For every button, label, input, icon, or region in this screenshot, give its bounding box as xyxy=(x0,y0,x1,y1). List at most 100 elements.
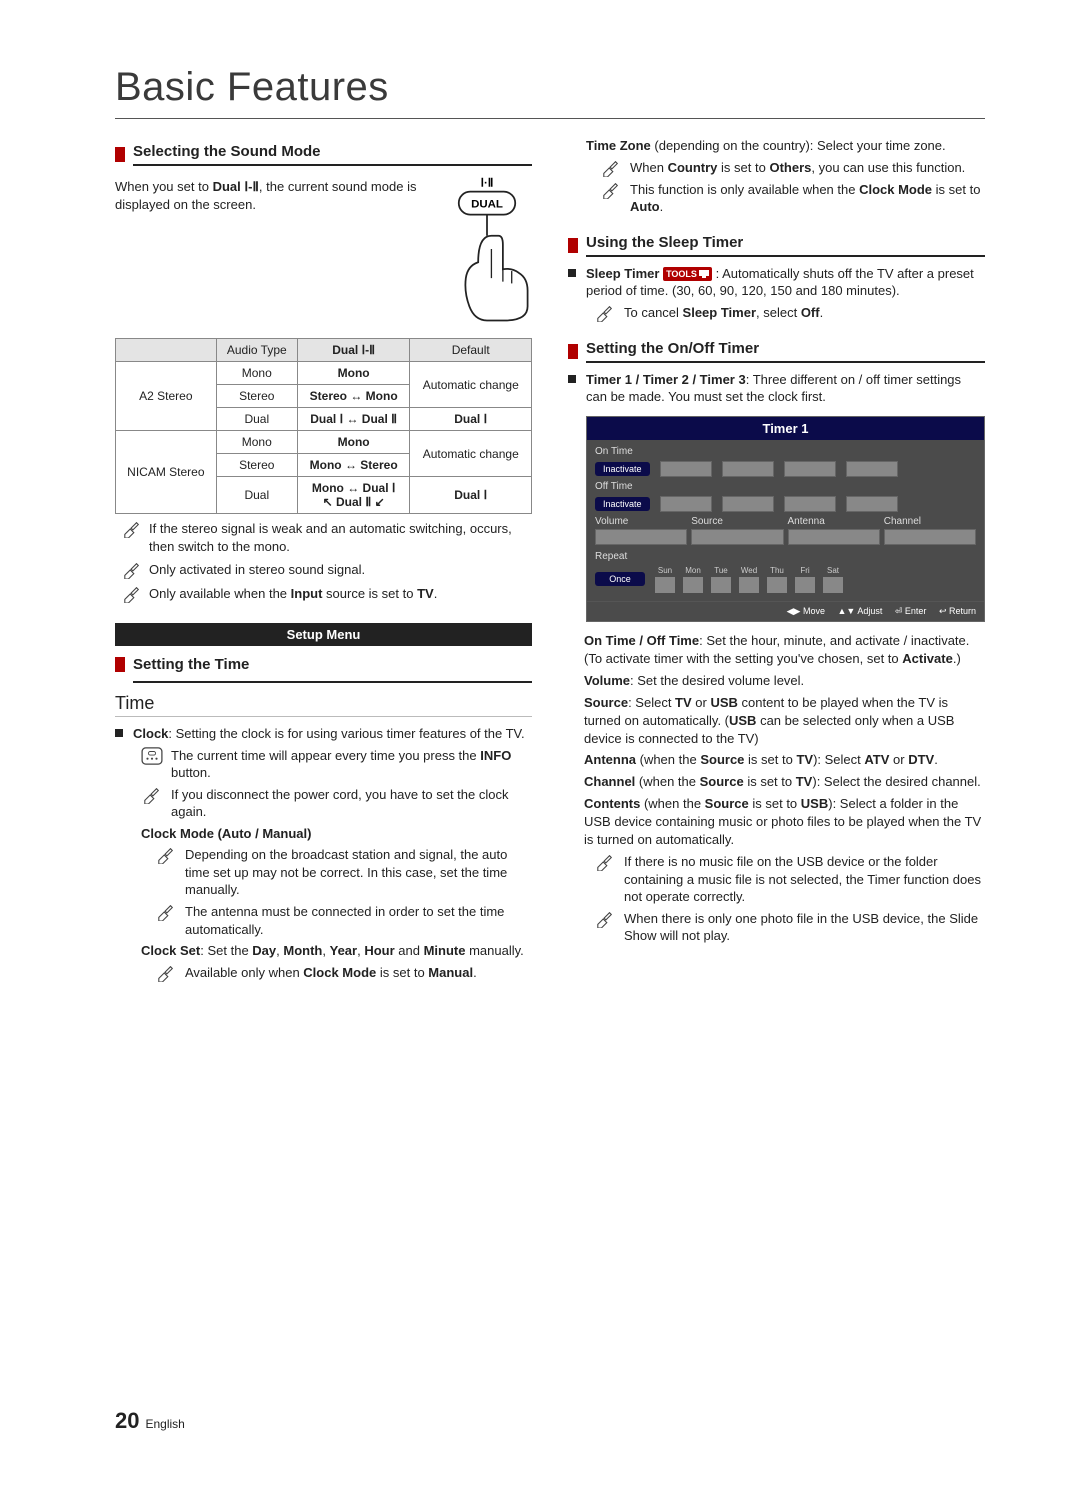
text: When there is only one photo file in the… xyxy=(624,910,985,945)
clock-mode-heading: Clock Mode (Auto / Manual) xyxy=(141,825,532,843)
text: button. xyxy=(171,765,211,780)
text: . xyxy=(434,586,438,601)
bullet-timer123: Timer 1 / Timer 2 / Timer 3: Three diffe… xyxy=(568,371,985,406)
text: Sun xyxy=(658,566,672,575)
text: manually. xyxy=(465,943,523,958)
osd-ontime-label: On Time xyxy=(595,446,976,457)
text-bold: Source xyxy=(584,695,628,710)
cell-nicam-stereo: NICAM Stereo xyxy=(116,431,217,514)
note-country-others: When Country is set to Others, you can u… xyxy=(600,159,985,177)
text-bold: TV xyxy=(675,695,692,710)
heading-onoff-timer: Setting the On/Off Timer xyxy=(586,340,985,363)
osd-field xyxy=(846,496,898,512)
dual-label-icon: Ⅰ·Ⅱ xyxy=(481,177,494,189)
para-source: Source: Select TV or USB content to be p… xyxy=(568,694,985,748)
writing-hand-icon xyxy=(594,853,616,871)
text: (when the xyxy=(640,796,704,811)
text-bold: On Time / Off Time xyxy=(584,633,699,648)
note-text: Only available when the Input source is … xyxy=(149,585,532,603)
osd-day-fri: Fri xyxy=(795,566,815,593)
osd-channel-label: Channel xyxy=(884,516,976,527)
remote-dual-button-illustration: Ⅰ·Ⅱ DUAL xyxy=(442,174,532,324)
table-row: NICAM Stereo Mono Mono Automatic change xyxy=(116,431,532,454)
red-bar-icon xyxy=(115,147,125,162)
osd-antenna-label: Antenna xyxy=(788,516,880,527)
cell-bold: Mono xyxy=(338,366,370,380)
text: : Select xyxy=(628,695,675,710)
note-info-button: The current time will appear every time … xyxy=(141,747,532,782)
osd-field xyxy=(722,496,774,512)
text-bold: USB xyxy=(801,796,828,811)
cell: Automatic change xyxy=(410,431,532,477)
osd-repeat-label: Repeat xyxy=(595,551,976,562)
section-onoff-timer: Setting the On/Off Timer xyxy=(568,340,985,363)
text-bold: DTV xyxy=(908,752,934,767)
heading-selecting-sound-mode: Selecting the Sound Mode xyxy=(133,143,532,166)
text-bold: Minute xyxy=(424,943,466,958)
text-bold: Hour xyxy=(364,943,394,958)
text-bold: Clock Mode xyxy=(859,182,932,197)
text: is set to xyxy=(376,965,428,980)
osd-title: Timer 1 xyxy=(587,417,984,440)
section-setting-time: Setting the Time xyxy=(115,656,532,673)
text: : Setting the clock is for using various… xyxy=(168,726,524,741)
text: (when the xyxy=(636,752,700,767)
text-bold: Dual Ⅰ-Ⅱ xyxy=(213,179,259,194)
time-zone-line: Time Zone (depending on the country): Se… xyxy=(586,137,985,155)
column-right: Time Zone (depending on the country): Se… xyxy=(568,133,985,986)
osd-field xyxy=(784,496,836,512)
text: The current time will appear every time … xyxy=(171,748,480,763)
writing-hand-icon xyxy=(600,181,622,199)
dual-button-label: DUAL xyxy=(471,199,503,211)
heading-sleep-timer: Using the Sleep Timer xyxy=(586,234,985,257)
text-bold: Source xyxy=(700,752,744,767)
cell-bold: Mono ↔ Dual Ⅰ xyxy=(312,481,396,495)
osd-ontime-value: Inactivate xyxy=(595,462,650,476)
text-bold: Day xyxy=(252,943,276,958)
text: is set to xyxy=(744,774,796,789)
column-left: Selecting the Sound Mode When you set to… xyxy=(115,133,532,986)
tools-label: TOOLS xyxy=(666,268,697,280)
osd-return-hint: ↩ Return xyxy=(939,606,976,616)
text-bold: TV xyxy=(417,586,434,601)
cell-bold: Mono xyxy=(338,435,370,449)
osd-enter-hint: ⏎ Enter xyxy=(895,606,927,616)
osd-repeat-value: Once xyxy=(595,572,645,586)
page-title: Basic Features xyxy=(115,65,985,119)
th-default: Default xyxy=(410,339,532,362)
th-audio-type: Audio Type xyxy=(216,339,297,362)
text-bold: INFO xyxy=(480,748,511,763)
cell: Automatic change xyxy=(410,362,532,408)
cell-bold: Stereo ↔ Mono xyxy=(310,389,398,403)
cell: Mono xyxy=(216,362,297,385)
time-heading: Time xyxy=(115,693,532,717)
osd-field xyxy=(660,496,712,512)
osd-offtime-label: Off Time xyxy=(595,481,976,492)
cell: Dual xyxy=(216,477,297,514)
text-bold: Country xyxy=(668,160,718,175)
divider xyxy=(133,681,532,683)
writing-hand-icon xyxy=(600,159,622,177)
text-bold: Off xyxy=(801,305,820,320)
writing-hand-icon xyxy=(155,846,177,864)
cell-bold: ↖ Dual Ⅱ ↙ xyxy=(323,495,385,509)
text: When xyxy=(630,160,668,175)
para-contents: Contents (when the Source is set to USB)… xyxy=(568,795,985,849)
audio-type-table: Audio Type Dual Ⅰ-Ⅱ Default A2 Stereo Mo… xyxy=(115,338,532,514)
note-clock-set-manual: Available only when Clock Mode is set to… xyxy=(155,964,532,982)
text: source is set to xyxy=(322,586,417,601)
text-bold: Antenna xyxy=(584,752,636,767)
text: Tue xyxy=(714,566,728,575)
cell-bold: Dual Ⅰ xyxy=(454,488,487,502)
note-disconnect-cord: If you disconnect the power cord, you ha… xyxy=(141,786,532,821)
text: ): Select the desired channel. xyxy=(812,774,980,789)
note-clockmode-auto: This function is only available when the… xyxy=(600,181,985,216)
osd-field xyxy=(660,461,712,477)
note-cancel-sleep: To cancel Sleep Timer, select Off. xyxy=(594,304,985,322)
cell-bold: Mono ↔ Stereo xyxy=(310,458,398,472)
text: Thu xyxy=(770,566,784,575)
text-bold: Dual Ⅰ-Ⅱ xyxy=(332,343,375,357)
table-row: A2 Stereo Mono Mono Automatic change xyxy=(116,362,532,385)
text-bold: Month xyxy=(283,943,322,958)
text: Sat xyxy=(827,566,839,575)
